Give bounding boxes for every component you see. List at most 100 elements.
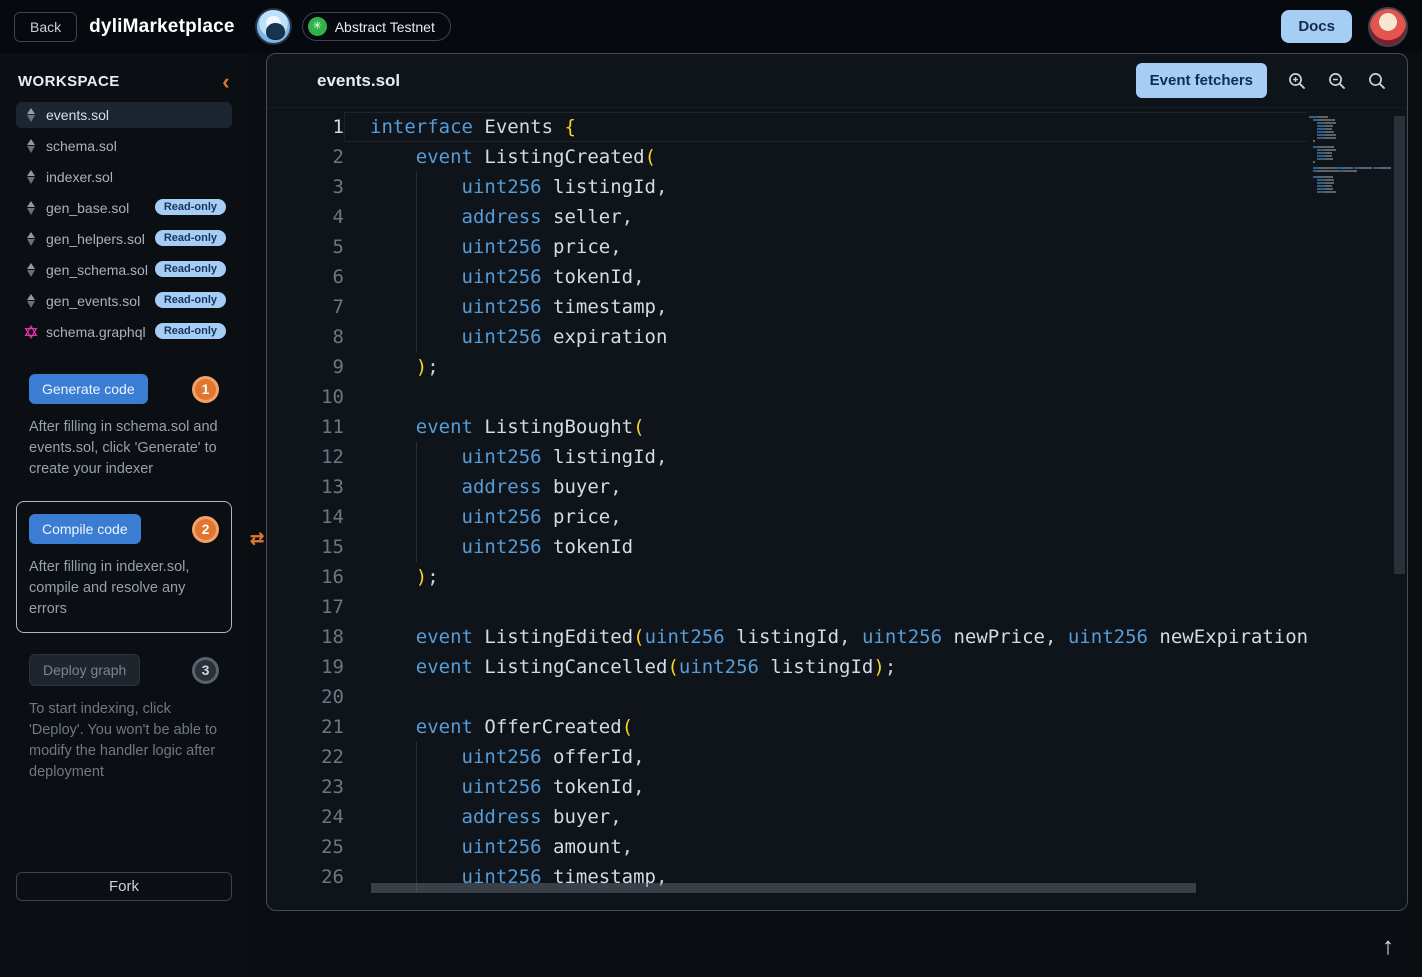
solidity-icon <box>24 170 37 185</box>
minimap[interactable] <box>1309 116 1391 193</box>
code-text: event ListingBought( <box>344 412 1407 442</box>
code-line[interactable]: 21 event OfferCreated( <box>267 712 1407 742</box>
step-generate: Generate code 1 After filling in schema.… <box>16 361 232 493</box>
code-line[interactable]: 12 uint256 listingId, <box>267 442 1407 472</box>
code-line[interactable]: 18 event ListingEdited(uint256 listingId… <box>267 622 1407 652</box>
file-item-gen_base.sol[interactable]: gen_base.solRead-only <box>16 195 232 221</box>
solidity-icon <box>24 108 37 123</box>
generate-code-button[interactable]: Generate code <box>29 374 148 404</box>
line-number: 16 <box>267 562 344 592</box>
zoom-out-icon[interactable] <box>1327 71 1347 91</box>
indent-guide <box>416 472 417 502</box>
solidity-icon <box>24 139 37 154</box>
code-line[interactable]: 24 address buyer, <box>267 802 1407 832</box>
code-line[interactable]: 25 uint256 amount, <box>267 832 1407 862</box>
code-line[interactable]: 5 uint256 price, <box>267 232 1407 262</box>
code-line[interactable]: 4 address seller, <box>267 202 1407 232</box>
compile-code-button[interactable]: Compile code <box>29 514 141 544</box>
indent-guide <box>416 202 417 232</box>
app-logo-avatar <box>255 8 292 45</box>
line-number: 6 <box>267 262 344 292</box>
zoom-in-icon[interactable] <box>1287 71 1307 91</box>
editor-header: events.sol Event fetchers <box>267 54 1407 108</box>
file-item-events.sol[interactable]: events.sol <box>16 102 232 128</box>
code-line[interactable]: 10 <box>267 382 1407 412</box>
code-text <box>344 592 1407 622</box>
code-text <box>344 682 1407 712</box>
step-3-description: To start indexing, click 'Deploy'. You w… <box>29 699 219 783</box>
graphql-icon <box>24 325 37 340</box>
file-item-gen_events.sol[interactable]: gen_events.solRead-only <box>16 288 232 314</box>
network-badge[interactable]: ✳ Abstract Testnet <box>302 12 451 41</box>
file-item-schema.sol[interactable]: schema.sol <box>16 133 232 159</box>
code-line[interactable]: 9 ); <box>267 352 1407 382</box>
line-number: 10 <box>267 382 344 412</box>
line-number: 25 <box>267 832 344 862</box>
line-number: 12 <box>267 442 344 472</box>
line-number: 8 <box>267 322 344 352</box>
vertical-scrollbar[interactable] <box>1394 116 1405 574</box>
code-text: event ListingCreated( <box>344 142 1407 172</box>
file-name: gen_schema.sol <box>46 262 148 278</box>
code-line[interactable]: 6 uint256 tokenId, <box>267 262 1407 292</box>
search-icon[interactable] <box>1367 71 1387 91</box>
code-line[interactable]: 11 event ListingBought( <box>267 412 1407 442</box>
scroll-to-top-button[interactable]: ↑ <box>1370 929 1406 965</box>
step-2-badge: 2 <box>192 516 219 543</box>
code-text: uint256 tokenId <box>344 532 1407 562</box>
code-lines[interactable]: 1interface Events {2 event ListingCreate… <box>267 108 1407 911</box>
indent-guide <box>416 832 417 862</box>
file-item-gen_schema.sol[interactable]: gen_schema.solRead-only <box>16 257 232 283</box>
line-number: 3 <box>267 172 344 202</box>
file-item-indexer.sol[interactable]: indexer.sol <box>16 164 232 190</box>
line-number: 20 <box>267 682 344 712</box>
indent-guide <box>416 772 417 802</box>
indent-guide <box>416 172 417 202</box>
editor-panel: events.sol Event fetchers 1interface Eve… <box>266 53 1408 911</box>
code-line[interactable]: 1interface Events { <box>267 112 1407 142</box>
line-number: 23 <box>267 772 344 802</box>
collapse-sidebar-icon[interactable]: ‹ <box>222 75 230 89</box>
user-avatar[interactable] <box>1368 7 1408 47</box>
code-text: event ListingCancelled(uint256 listingId… <box>344 652 1407 682</box>
file-item-schema.graphql[interactable]: schema.graphqlRead-only <box>16 319 232 345</box>
code-line[interactable]: 22 uint256 offerId, <box>267 742 1407 772</box>
code-line[interactable]: 13 address buyer, <box>267 472 1407 502</box>
fork-button[interactable]: Fork <box>16 872 232 901</box>
deploy-graph-button[interactable]: Deploy graph <box>29 654 140 686</box>
code-line[interactable]: 7 uint256 timestamp, <box>267 292 1407 322</box>
line-number: 5 <box>267 232 344 262</box>
code-line[interactable]: 8 uint256 expiration <box>267 322 1407 352</box>
line-number: 17 <box>267 592 344 622</box>
docs-button[interactable]: Docs <box>1281 10 1352 43</box>
code-line[interactable]: 3 uint256 listingId, <box>267 172 1407 202</box>
readonly-badge: Read-only <box>155 230 226 246</box>
back-button[interactable]: Back <box>14 12 77 42</box>
code-text: uint256 tokenId, <box>344 772 1407 802</box>
code-line[interactable]: 2 event ListingCreated( <box>267 142 1407 172</box>
event-fetchers-button[interactable]: Event fetchers <box>1136 63 1267 98</box>
step-2-description: After filling in indexer.sol, compile an… <box>29 557 219 620</box>
code-text: uint256 expiration <box>344 322 1407 352</box>
code-line[interactable]: 19 event ListingCancelled(uint256 listin… <box>267 652 1407 682</box>
code-line[interactable]: 23 uint256 tokenId, <box>267 772 1407 802</box>
solidity-icon <box>24 263 37 278</box>
code-line[interactable]: 14 uint256 price, <box>267 502 1407 532</box>
panel-resize-handle[interactable]: ⇄ <box>250 529 264 549</box>
network-name: Abstract Testnet <box>335 19 435 35</box>
indent-guide <box>416 742 417 772</box>
code-editor[interactable]: 1interface Events {2 event ListingCreate… <box>267 108 1407 911</box>
line-number: 24 <box>267 802 344 832</box>
line-number: 26 <box>267 862 344 892</box>
file-name: events.sol <box>46 107 109 123</box>
code-line[interactable]: 15 uint256 tokenId <box>267 532 1407 562</box>
code-line[interactable]: 20 <box>267 682 1407 712</box>
code-line[interactable]: 17 <box>267 592 1407 622</box>
code-line[interactable]: 16 ); <box>267 562 1407 592</box>
file-item-gen_helpers.sol[interactable]: gen_helpers.solRead-only <box>16 226 232 252</box>
indent-guide <box>416 322 417 352</box>
horizontal-scrollbar[interactable] <box>371 883 1196 893</box>
step-deploy: Deploy graph 3 To start indexing, click … <box>16 641 232 796</box>
line-number: 15 <box>267 532 344 562</box>
step-3-badge: 3 <box>192 657 219 684</box>
